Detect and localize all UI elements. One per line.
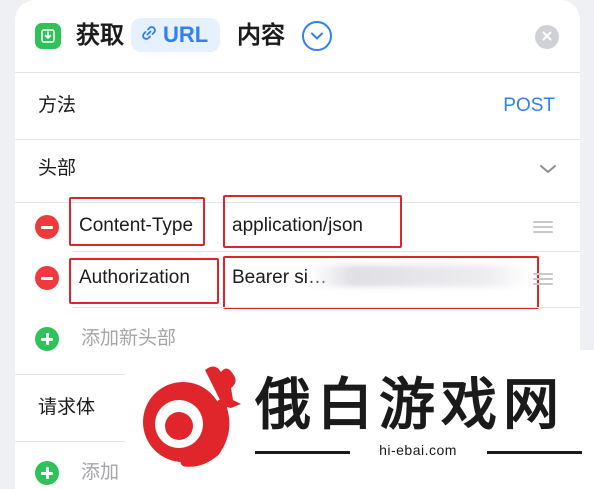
drag-handle-icon[interactable] xyxy=(533,273,553,285)
header-key-field[interactable]: Content-Type xyxy=(79,212,193,240)
url-token-label: URL xyxy=(163,22,209,47)
divider xyxy=(73,307,580,308)
link-icon xyxy=(141,25,157,46)
headers-label: 头部 xyxy=(38,158,77,179)
drag-handle-icon[interactable] xyxy=(533,221,553,233)
divider xyxy=(15,72,580,73)
title-prefix: 获取 xyxy=(76,22,124,49)
header-value-field[interactable]: application/json xyxy=(232,212,363,240)
watermark: 俄白游戏网 hi-ebai.com xyxy=(125,350,594,489)
close-button[interactable] xyxy=(535,25,559,49)
url-variable-token[interactable]: URL xyxy=(131,18,221,52)
add-header-button[interactable] xyxy=(35,327,59,351)
add-body-label: 添加 xyxy=(81,462,120,483)
watermark-brand: 俄白游戏网 xyxy=(255,372,565,438)
remove-header-button[interactable] xyxy=(35,215,59,239)
divider xyxy=(73,251,580,252)
method-value[interactable]: POST xyxy=(503,92,555,120)
action-header: 获取 URL 内容 xyxy=(15,0,580,72)
title-suffix: 内容 xyxy=(237,22,285,49)
chevron-down-circle-icon[interactable] xyxy=(302,21,332,51)
remove-header-button[interactable] xyxy=(35,266,59,290)
divider xyxy=(15,139,580,140)
header-key-field[interactable]: Authorization xyxy=(79,264,190,292)
request-body-label: 请求体 xyxy=(38,397,96,418)
add-header-label: 添加新头部 xyxy=(81,328,177,349)
rooster-logo-icon xyxy=(135,360,245,473)
chevron-down-icon[interactable] xyxy=(539,162,557,180)
download-box-icon xyxy=(35,23,61,49)
redacted-blur xyxy=(310,265,530,287)
watermark-url: hi-ebai.com xyxy=(379,442,457,458)
close-icon xyxy=(542,28,552,46)
divider xyxy=(487,451,582,454)
add-body-field-button[interactable] xyxy=(35,461,59,485)
method-label: 方法 xyxy=(38,95,77,116)
